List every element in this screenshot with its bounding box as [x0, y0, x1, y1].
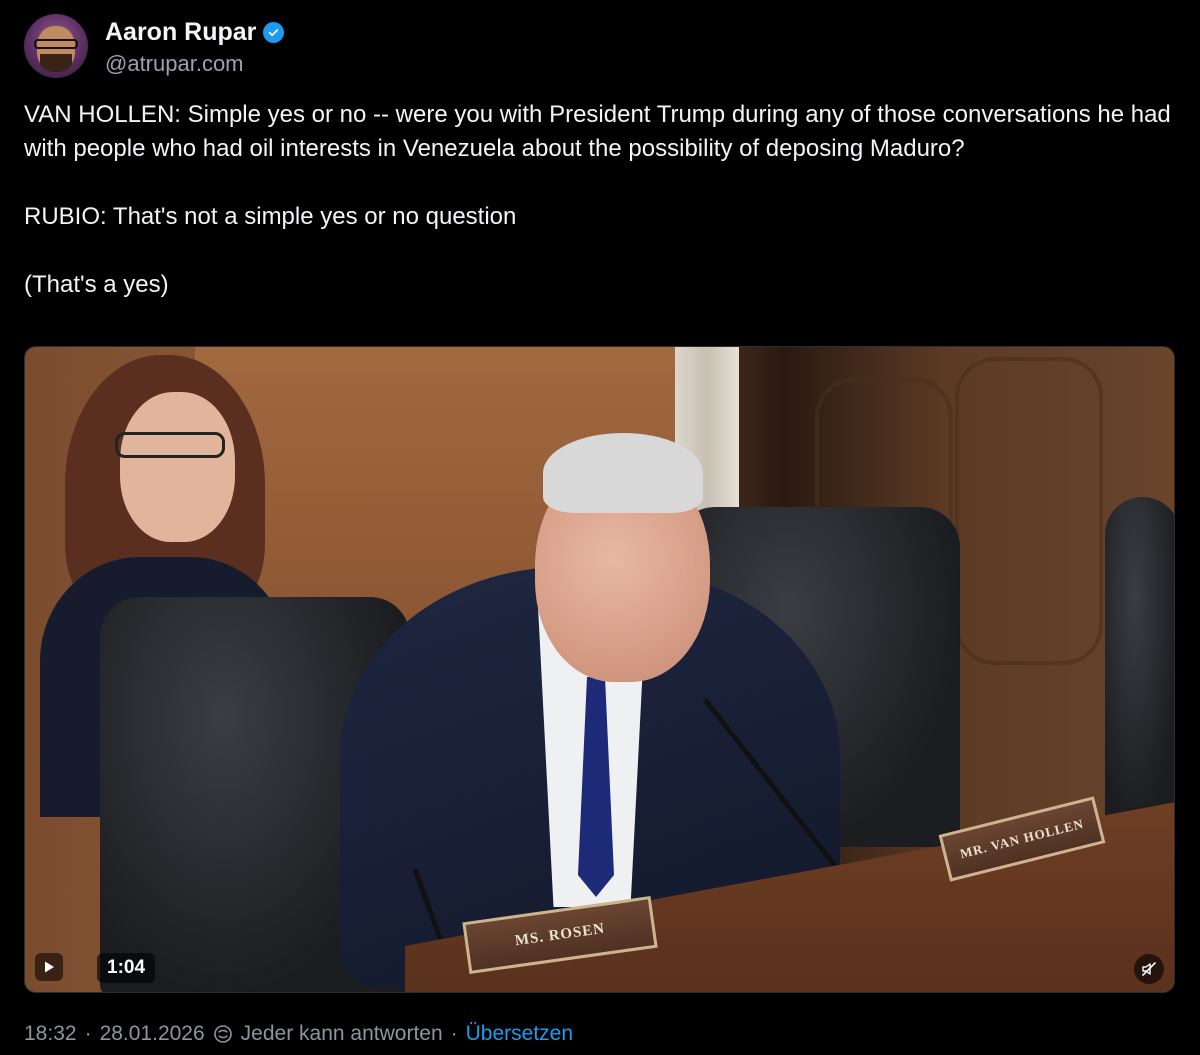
- decorative-grille: [955, 357, 1103, 665]
- post-time[interactable]: 18:32: [24, 1020, 77, 1048]
- verified-badge-icon: [263, 21, 285, 43]
- play-button[interactable]: [35, 953, 63, 981]
- senator-hair: [543, 433, 703, 513]
- translate-link[interactable]: Übersetzen: [466, 1020, 573, 1048]
- staffer-face: [120, 392, 235, 542]
- leather-chair: [1105, 497, 1174, 827]
- separator: ·: [450, 1022, 458, 1045]
- separator: ·: [84, 1022, 92, 1045]
- play-icon: [45, 961, 54, 973]
- avatar-glasses: [34, 39, 78, 49]
- author-avatar[interactable]: [24, 14, 88, 78]
- video-duration: 1:04: [97, 953, 156, 983]
- speaker-muted-icon: [1142, 962, 1156, 976]
- author-name-row[interactable]: Aaron Rupar: [105, 17, 285, 47]
- reply-permission-text[interactable]: Jeder kann antworten: [241, 1020, 443, 1048]
- post-text: VAN HOLLEN: Simple yes or no -- were you…: [24, 101, 1171, 298]
- post-footer: 18:32 · 28.01.2026 Jeder kann antworten …: [24, 1020, 573, 1048]
- avatar-beard: [40, 54, 72, 72]
- author-handle[interactable]: @atrupar.com: [105, 50, 244, 78]
- post-date[interactable]: 28.01.2026: [100, 1020, 205, 1048]
- mute-button[interactable]: [1134, 954, 1164, 984]
- staffer-glasses: [115, 432, 225, 458]
- author-display-name[interactable]: Aaron Rupar: [105, 17, 256, 47]
- reply-permission-icon: [213, 1024, 233, 1044]
- video-player[interactable]: MS. ROSEN MR. VAN HOLLEN 1:04: [24, 346, 1175, 993]
